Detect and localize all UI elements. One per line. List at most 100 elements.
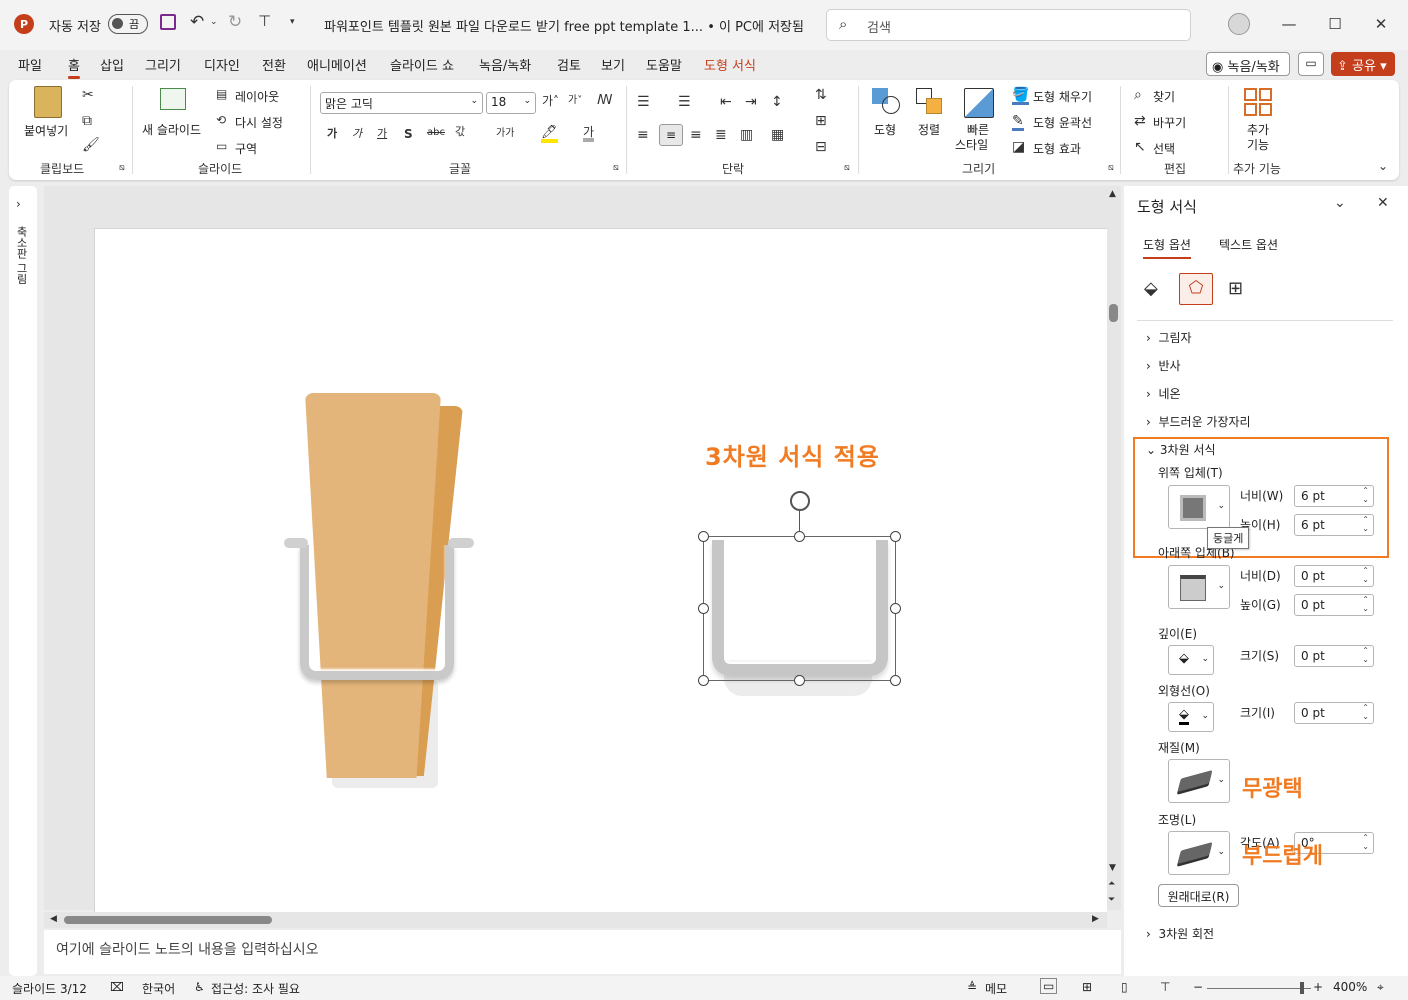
undo-dropdown-icon[interactable]: ⌄ [210,18,218,27]
highlight-icon[interactable]: 🖊 [541,126,558,143]
tab-slideshow[interactable]: 슬라이드 쇼 [390,55,454,74]
slide[interactable] [94,228,1107,912]
tab-animations[interactable]: 애니메이션 [307,55,367,74]
change-case-icon[interactable]: 가가 [496,129,514,139]
selection-handle[interactable] [698,675,709,686]
ribbon-collapse-icon[interactable]: ⌄ [1378,160,1388,172]
depth-color-button[interactable]: ⬙ ⌄ [1168,645,1214,675]
align-text-icon[interactable]: ⊞ [815,114,827,128]
accessibility-status[interactable]: 접근성: 조사 필요 [211,980,300,997]
text-direction-icon[interactable]: ⇅ [815,88,827,102]
bottom-width-input[interactable]: 0 pt [1294,565,1374,587]
size-properties-icon[interactable]: ⊞ [1228,280,1243,298]
undo-icon[interactable]: ↶ [190,14,204,31]
title-dropdown-icon[interactable]: ⌄ [779,18,787,28]
selection-handle[interactable] [698,531,709,542]
contour-size-input[interactable]: 0 pt [1294,702,1374,724]
next-slide-icon[interactable]: ⏷ [1108,896,1115,905]
presentation-icon[interactable]: ⊤ [258,14,271,29]
minimize-button[interactable]: — [1266,4,1312,44]
section-shadow[interactable]: › 그림자 [1146,329,1192,346]
notes-icon[interactable]: ≜ [967,980,977,994]
section-3d-format[interactable]: ⌄ 3차원 서식 [1146,441,1216,458]
tab-design[interactable]: 디자인 [204,55,240,74]
clipboard-launcher-icon[interactable]: ⧅ [119,164,125,173]
justify-icon[interactable]: ≣ [715,128,727,142]
reset-button[interactable]: 다시 설정 [235,114,283,131]
customize-toolbar-icon[interactable]: ▾ [290,18,295,27]
redo-icon[interactable]: ↻ [228,14,242,31]
tab-shape-format[interactable]: 도형 서식 [704,55,756,74]
align-left-icon[interactable]: ≡ [637,128,649,142]
bullets-icon[interactable]: ☰ [637,95,650,109]
language-status[interactable]: 한국어 [142,980,175,997]
top-width-input[interactable]: 6 pt [1294,485,1374,507]
underline-icon[interactable]: 가 [377,128,387,139]
copy-icon[interactable]: ⧉ [82,114,92,128]
selection-handle[interactable] [890,531,901,542]
slide-sorter-icon[interactable]: ⊞ [1082,980,1092,994]
document-title[interactable]: 파워포인트 템플릿 원본 파일 다운로드 받기 free ppt templat… [324,16,804,35]
depth-size-input[interactable]: 0 pt [1294,645,1374,667]
shape-effects-button[interactable]: 도형 효과 [1033,140,1081,157]
shape-outline-button[interactable]: 도형 윤곽선 [1033,114,1092,131]
quick-styles-label-2[interactable]: 스타일 [955,136,988,153]
lighting-button[interactable]: ⌄ [1168,831,1230,875]
shape-outline-icon[interactable]: ✎ [1012,114,1024,131]
bold-icon[interactable]: 가 [327,128,337,139]
shrink-font-icon[interactable]: 가˅ [568,96,582,106]
align-center-button[interactable]: ≡ [659,124,683,146]
replace-icon[interactable]: ⇄ [1134,114,1146,128]
effects-tab-button[interactable]: ⬠ [1179,273,1213,305]
font-name-select[interactable]: 맑은 고딕 ⌄ [320,92,483,114]
tab-record[interactable]: 녹음/녹화 [479,55,531,74]
reset-3d-button[interactable]: 원래대로(R) [1158,884,1239,907]
new-slide-button[interactable]: 새 슬라이드 [142,121,201,138]
notes-toggle[interactable]: 메모 [985,980,1007,997]
zoom-in-icon[interactable]: + [1313,980,1323,994]
paste-icon[interactable] [34,86,62,118]
top-bevel-button[interactable]: ⌄ [1168,485,1230,529]
selection-handle[interactable] [890,675,901,686]
tab-shape-options[interactable]: 도형 옵션 [1143,236,1191,259]
tab-view[interactable]: 보기 [601,55,625,74]
decrease-indent-icon[interactable]: ⇤ [720,95,732,109]
cut-icon[interactable]: ✂ [82,88,94,102]
bottom-height-input[interactable]: 0 pt [1294,594,1374,616]
find-icon[interactable]: ⌕ [1134,88,1142,102]
paste-button[interactable]: 붙여넣기 [24,122,68,139]
thumbnail-strip[interactable]: › 축소판 그림 [9,186,37,976]
zoom-slider-thumb[interactable] [1300,982,1304,994]
grow-font-icon[interactable]: 가˄ [542,95,559,107]
spellcheck-icon[interactable]: ⌧ [110,980,124,994]
account-avatar[interactable] [1228,13,1250,35]
tab-draw[interactable]: 그리기 [145,55,181,74]
increase-indent-icon[interactable]: ⇥ [745,95,757,109]
smartart-icon[interactable]: ⊟ [815,140,827,154]
horizontal-scrollbar[interactable]: ◀ ▶ [44,912,1107,928]
section-glow[interactable]: › 네온 [1146,385,1181,402]
zoom-level[interactable]: 400% [1333,980,1367,994]
close-button[interactable]: ✕ [1358,4,1404,44]
pane-close-icon[interactable]: ✕ [1377,196,1389,210]
comments-button[interactable]: ▭ [1298,52,1324,76]
fill-line-icon[interactable]: ⬙ [1144,280,1158,298]
line-spacing-icon[interactable]: ↕ [771,95,783,109]
top-height-input[interactable]: 6 pt [1294,514,1374,536]
tab-insert[interactable]: 삽입 [100,55,124,74]
font-color-icon[interactable]: 가 [583,126,595,142]
contour-color-button[interactable]: ⬙ ⌄ [1168,702,1214,732]
tab-text-options[interactable]: 텍스트 옵션 [1219,236,1278,253]
search-box[interactable]: ⌕ 검색 [826,9,1191,41]
align-right-icon[interactable]: ≡ [690,128,702,142]
tab-file[interactable]: 파일 [18,55,42,74]
accessibility-icon[interactable]: ♿ [194,980,205,994]
format-painter-icon[interactable]: 🖌 [82,138,100,152]
layout-button[interactable]: 레이아웃 [235,88,279,105]
shape-fill-button[interactable]: 도형 채우기 [1033,88,1092,105]
drawing-launcher-icon[interactable]: ⧅ [1108,164,1114,173]
addins-icon[interactable] [1244,88,1272,116]
section-button[interactable]: 구역 [235,140,257,157]
clear-format-icon[interactable]: ꟿ [597,94,613,107]
shapes-icon[interactable] [872,88,900,116]
